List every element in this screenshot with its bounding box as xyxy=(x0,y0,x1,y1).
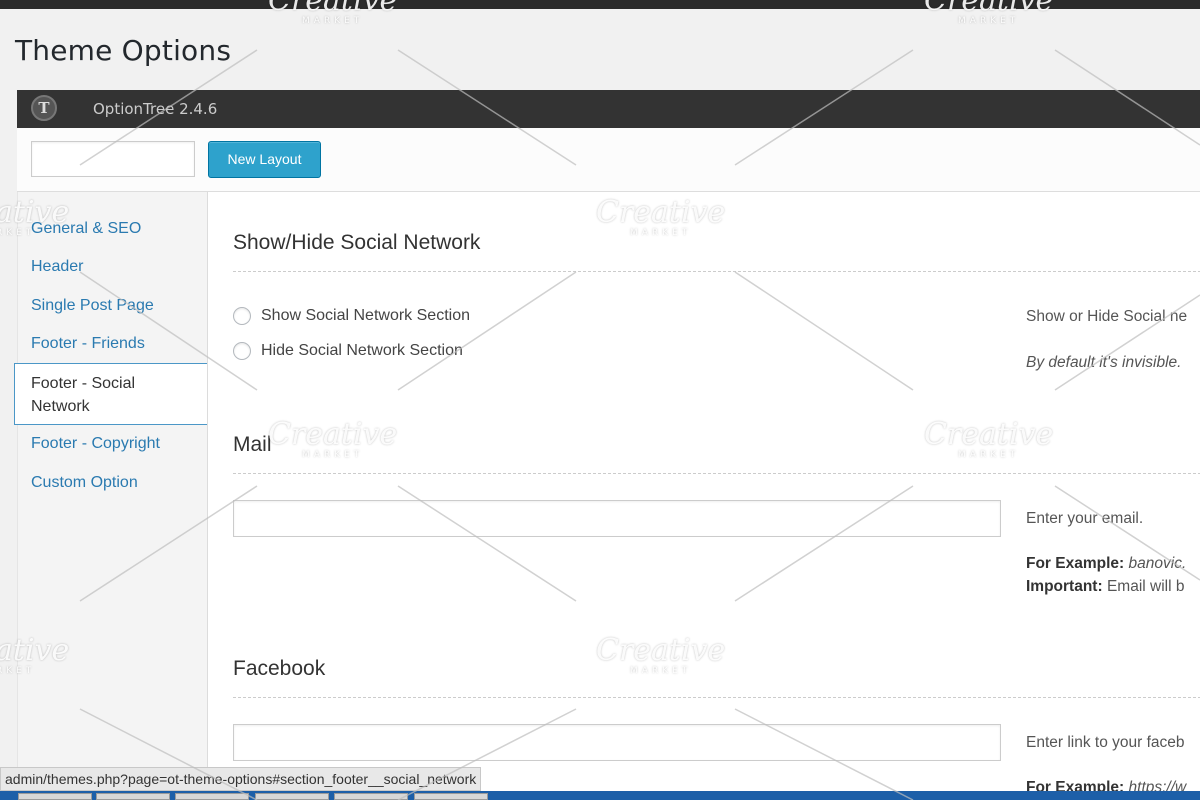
mail-input[interactable] xyxy=(233,500,1001,537)
show-hide-description: Show or Hide Social ne xyxy=(1026,308,1188,325)
taskbar-button[interactable] xyxy=(255,793,329,800)
browser-top-bar xyxy=(0,0,1200,9)
taskbar-button[interactable] xyxy=(96,793,170,800)
radio-option-show[interactable]: Show Social Network Section xyxy=(233,305,470,327)
radio-button[interactable] xyxy=(233,307,251,325)
sidebar-item-general-seo[interactable]: General & SEO xyxy=(31,220,141,238)
sidebar-item-custom-option[interactable]: Custom Option xyxy=(31,474,138,492)
section-divider xyxy=(233,473,1200,474)
browser-status-url: admin/themes.php?page=ot-theme-options#s… xyxy=(0,767,482,791)
facebook-description: Enter link to your faceb xyxy=(1026,734,1185,751)
taskbar-button[interactable] xyxy=(334,793,408,800)
optiontree-logo-icon: T xyxy=(31,95,57,121)
radio-option-hide[interactable]: Hide Social Network Section xyxy=(233,340,463,362)
example-label: For Example: xyxy=(1026,555,1125,572)
section-title-show-hide: Show/Hide Social Network xyxy=(233,231,481,254)
section-title-mail: Mail xyxy=(233,433,272,456)
layout-name-input[interactable] xyxy=(31,141,195,177)
mail-example: For Example: banovic. xyxy=(1026,555,1186,573)
taskbar-button[interactable] xyxy=(18,793,92,800)
layout-toolbar: New Layout xyxy=(17,128,1200,192)
important-value: Email will b xyxy=(1106,578,1185,595)
sidebar-item-footer-social-network[interactable]: Footer - Social Network xyxy=(14,363,208,425)
important-label: Important: xyxy=(1026,578,1103,595)
mail-important: Important: Email will b xyxy=(1026,578,1184,596)
radio-button[interactable] xyxy=(233,342,251,360)
sidebar-item-footer-copyright[interactable]: Footer - Copyright xyxy=(31,435,160,453)
section-divider xyxy=(233,271,1200,272)
options-sidebar: General & SEO Header Single Post Page Fo… xyxy=(14,192,208,800)
sidebar-item-single-post-page[interactable]: Single Post Page xyxy=(31,297,154,315)
page-title: Theme Options xyxy=(15,34,232,67)
mail-description: Enter your email. xyxy=(1026,510,1144,527)
optiontree-header: T OptionTree 2.4.6 xyxy=(17,90,1200,128)
radio-label: Hide Social Network Section xyxy=(261,342,463,359)
new-layout-button[interactable]: New Layout xyxy=(208,141,321,178)
show-hide-default-note: By default it's invisible. xyxy=(1026,354,1182,371)
section-divider xyxy=(233,697,1200,698)
facebook-input[interactable] xyxy=(233,724,1001,761)
options-content: Show/Hide Social Network Show Social Net… xyxy=(207,192,1200,800)
sidebar-item-header[interactable]: Header xyxy=(31,258,83,276)
section-title-facebook: Facebook xyxy=(233,657,326,680)
example-value: banovic. xyxy=(1128,555,1187,572)
sidebar-item-footer-friends[interactable]: Footer - Friends xyxy=(31,335,145,353)
optiontree-version: OptionTree 2.4.6 xyxy=(93,100,218,118)
taskbar-button[interactable] xyxy=(175,793,249,800)
taskbar-button[interactable] xyxy=(414,793,488,800)
radio-label: Show Social Network Section xyxy=(261,307,470,324)
